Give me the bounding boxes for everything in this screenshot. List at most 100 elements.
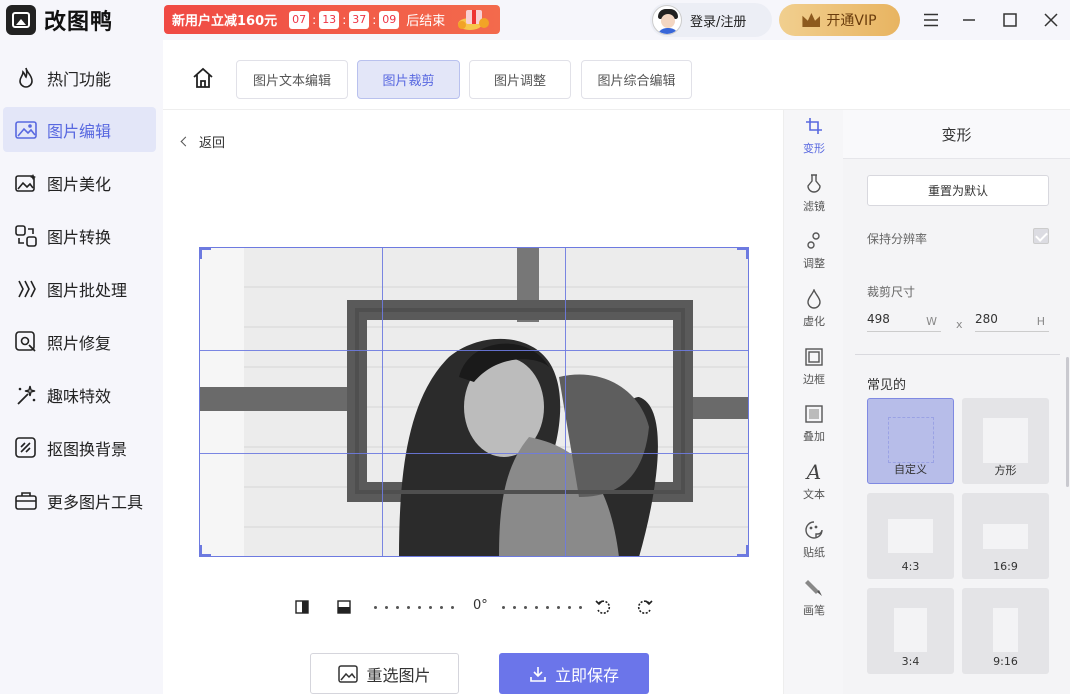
vip-label: 开通VIP [826,13,877,29]
preset-16-9[interactable]: 16:9 [962,493,1049,579]
preset-custom[interactable]: 自定义 [867,398,954,484]
sidebar-item-image-edit[interactable]: 图片编辑 [3,107,156,152]
preset-3-4[interactable]: 3:4 [867,588,954,674]
countdown-centis: 09 [379,10,400,29]
tool-label: 调整 [803,257,825,270]
crop-handle-top-right[interactable] [737,247,749,259]
tab-text-edit[interactable]: 图片文本编辑 [236,60,348,99]
sidebar-item-hot[interactable]: 热门功能 [3,55,156,100]
reset-default-button[interactable]: 重置为默认 [867,175,1049,206]
sidebar-item-repair[interactable]: 照片修复 [3,319,156,364]
tool-label: 贴纸 [803,546,825,559]
save-label: 立即保存 [554,665,619,685]
panel-title: 变形 [843,110,1070,159]
tool-label: 虚化 [803,315,825,328]
maximize-icon[interactable] [999,9,1021,31]
countdown-minutes: 13 [319,10,340,29]
preset-4-3[interactable]: 4:3 [867,493,954,579]
login-button[interactable]: 登录/注册 [650,3,772,37]
transform-panel: 变形 重置为默认 保持分辨率 裁剪尺寸 498 W x 280 H 常见的 自定… [843,110,1070,694]
promo-banner[interactable]: 新用户立减160元 07: 13: 37: 09 后结束 [164,5,500,34]
sidebar-item-label: 热门功能 [47,69,112,89]
tool-sticker[interactable]: 贴纸 [784,520,844,570]
overlay-icon [804,404,824,424]
blur-icon [804,289,824,309]
tab-crop[interactable]: 图片裁剪 [357,60,460,99]
sidebar-item-convert[interactable]: 图片转换 [3,213,156,258]
rotation-slider-left[interactable] [374,606,454,609]
promo-suffix: 后结束 [406,14,446,29]
tool-text[interactable]: A 文本 [784,460,844,512]
crop-image[interactable] [199,247,749,557]
crop-handle-top-left[interactable] [199,247,211,259]
countdown-hours: 07 [289,10,310,29]
crop-handle-bottom-left[interactable] [199,545,211,557]
gift-icon [458,10,489,30]
sidebar-item-label: 图片转换 [47,227,112,247]
home-icon[interactable] [192,67,214,89]
photo-repair-icon [14,330,38,354]
image-icon [338,664,359,683]
brush-icon [804,578,824,598]
sidebar-item-effects[interactable]: 趣味特效 [3,372,156,417]
countdown-seconds: 37 [349,10,370,29]
image-beautify-icon [14,171,38,195]
adjust-icon [804,231,824,251]
crown-icon [802,13,821,27]
minimize-icon[interactable] [958,9,980,31]
tool-label: 滤镜 [803,200,825,213]
tab-adjust[interactable]: 图片调整 [469,60,571,99]
reselect-image-button[interactable]: 重选图片 [310,653,459,694]
sidebar-item-cutout[interactable]: 抠图换背景 [3,425,156,470]
keep-resolution-checkbox[interactable] [1033,228,1049,244]
menu-icon[interactable] [920,9,942,31]
preset-label: 3:4 [901,655,920,668]
tool-filter[interactable]: 滤镜 [784,174,844,224]
rotation-slider-right[interactable] [502,606,582,609]
flip-horizontal-icon[interactable] [294,599,310,615]
image-edit-icon [14,118,38,142]
preset-square[interactable]: 方形 [962,398,1049,484]
tab-composite-edit[interactable]: 图片综合编辑 [581,60,692,99]
sidebar-item-batch[interactable]: 图片批处理 [3,266,156,311]
app-title: 改图鸭 [44,10,114,35]
tool-adjust[interactable]: 调整 [784,231,844,281]
crop-size-label: 裁剪尺寸 [867,285,916,299]
tool-label: 边框 [803,373,825,386]
avatar [652,5,682,35]
close-icon[interactable] [1040,9,1062,31]
sidebar-item-label: 图片美化 [47,174,112,194]
tool-transform[interactable]: 变形 [784,116,844,166]
sidebar-item-label: 图片编辑 [47,121,112,141]
tool-brush[interactable]: 画笔 [784,578,844,628]
preset-9-16[interactable]: 9:16 [962,588,1049,674]
tool-label: 变形 [803,142,825,155]
keep-resolution-label: 保持分辨率 [867,232,928,246]
rotate-right-icon[interactable] [637,599,653,615]
tool-overlay[interactable]: 叠加 [784,404,844,454]
sidebar-item-label: 抠图换背景 [47,439,128,459]
download-icon [530,666,546,682]
common-presets-label: 常见的 [867,378,907,393]
flip-vertical-icon[interactable] [336,599,352,615]
crop-width-unit: W [926,315,937,328]
tool-strip: 变形 滤镜 调整 虚化 边框 叠加 A 文本 贴纸 画笔 [783,110,843,694]
open-vip-button[interactable]: 开通VIP [779,4,900,36]
sidebar-item-more[interactable]: 更多图片工具 [3,478,156,523]
sidebar-item-beautify[interactable]: 图片美化 [3,160,156,205]
crop-width-field[interactable]: 498 W [867,310,941,332]
crop-width-value: 498 [867,312,890,326]
tool-blur[interactable]: 虚化 [784,289,844,339]
crop-height-field[interactable]: 280 H [975,310,1049,332]
times-sign: x [956,318,963,331]
tool-border[interactable]: 边框 [784,347,844,397]
back-button[interactable]: 返回 [180,132,225,151]
fire-icon [14,66,38,90]
panel-scrollbar[interactable] [1066,357,1069,487]
rotate-left-icon[interactable] [595,599,611,615]
divider [855,354,1060,355]
feature-tabs: 图片文本编辑 图片裁剪 图片调整 图片综合编辑 [163,40,1070,110]
crop-handle-bottom-right[interactable] [737,545,749,557]
preset-label: 4:3 [901,560,920,573]
save-button[interactable]: 立即保存 [499,653,649,694]
